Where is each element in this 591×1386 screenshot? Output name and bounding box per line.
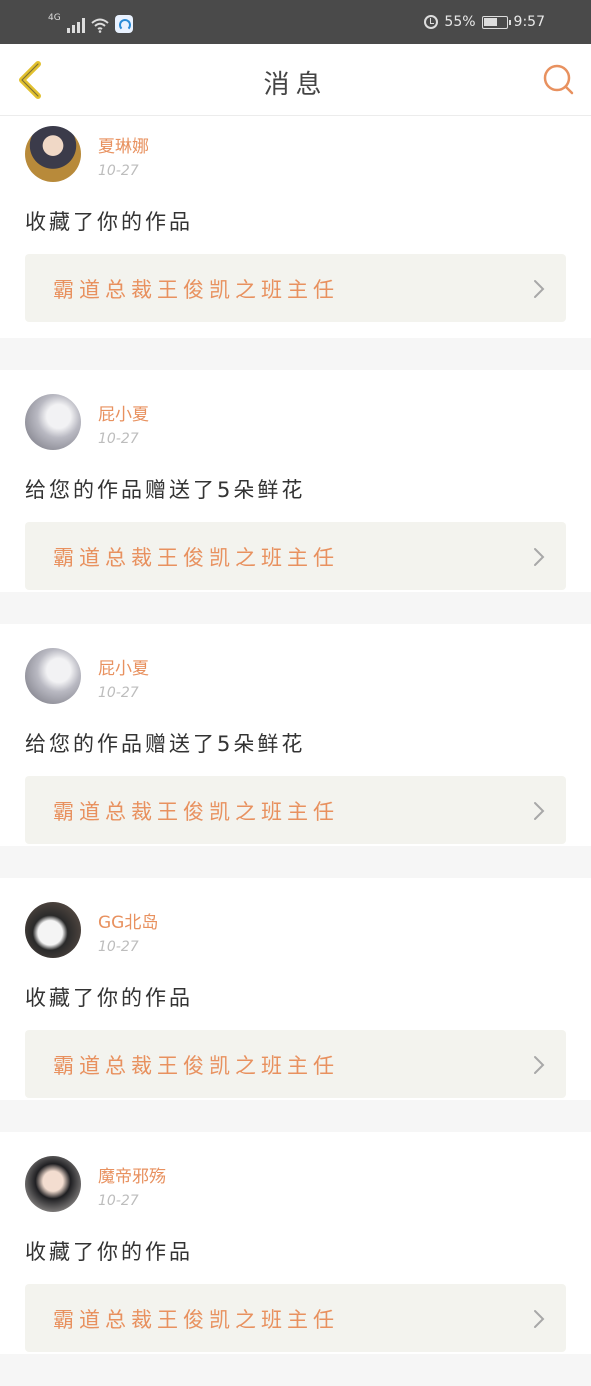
list-item: 屁小夏 10-27 给您的作品赠送了5朵鲜花 霸道总裁王俊凯之班主任 <box>0 624 591 846</box>
message-date: 10-27 <box>98 163 139 179</box>
work-link[interactable]: 霸道总裁王俊凯之班主任 <box>25 254 566 322</box>
message-text: 收藏了你的作品 <box>25 986 193 1010</box>
alarm-icon <box>424 15 439 29</box>
page-title: 消息 <box>263 70 328 100</box>
list-item: 屁小夏 10-27 给您的作品赠送了5朵鲜花 霸道总裁王俊凯之班主任 <box>0 370 591 592</box>
status-bar: 4G 55% 9:57 <box>0 0 591 44</box>
message-date: 10-27 <box>98 1193 139 1209</box>
message-list: 夏琳娜 10-27 收藏了你的作品 霸道总裁王俊凯之班主任 屁小夏 10-27 … <box>0 116 591 1386</box>
battery-icon <box>481 15 511 29</box>
message-text: 收藏了你的作品 <box>25 1240 193 1264</box>
status-left: 4G <box>48 11 133 33</box>
app-notification-icon <box>114 15 133 33</box>
list-item: GG北岛 10-27 收藏了你的作品 霸道总裁王俊凯之班主任 <box>0 878 591 1100</box>
search-button[interactable] <box>541 62 577 98</box>
message-date: 10-27 <box>98 939 139 955</box>
avatar[interactable] <box>25 1156 81 1212</box>
search-icon <box>543 64 574 95</box>
work-link[interactable]: 霸道总裁王俊凯之班主任 <box>25 776 566 844</box>
work-title: 霸道总裁王俊凯之班主任 <box>53 1308 339 1332</box>
network-type: 4G <box>48 13 61 23</box>
clock: 9:57 <box>513 14 545 30</box>
work-link[interactable]: 霸道总裁王俊凯之班主任 <box>25 1284 566 1352</box>
signal-icon <box>66 17 85 33</box>
status-right: 55% 9:57 <box>424 12 545 32</box>
avatar[interactable] <box>25 394 81 450</box>
avatar[interactable] <box>25 902 81 958</box>
work-title: 霸道总裁王俊凯之班主任 <box>53 800 339 824</box>
work-link[interactable]: 霸道总裁王俊凯之班主任 <box>25 1030 566 1098</box>
work-title: 霸道总裁王俊凯之班主任 <box>53 546 339 570</box>
username[interactable]: GG北岛 <box>98 908 158 933</box>
list-item: 魔帝邪殇 10-27 收藏了你的作品 霸道总裁王俊凯之班主任 <box>0 1132 591 1354</box>
chevron-right-icon <box>534 280 545 298</box>
header: 消息 <box>0 44 591 116</box>
work-title: 霸道总裁王俊凯之班主任 <box>53 278 339 302</box>
work-title: 霸道总裁王俊凯之班主任 <box>53 1054 339 1078</box>
chevron-right-icon <box>534 1056 545 1074</box>
message-text: 给您的作品赠送了5朵鲜花 <box>25 478 306 502</box>
wifi-icon <box>91 17 109 33</box>
username[interactable]: 夏琳娜 <box>98 132 149 157</box>
chevron-right-icon <box>534 802 545 820</box>
list-item: 夏琳娜 10-27 收藏了你的作品 霸道总裁王俊凯之班主任 <box>0 116 591 338</box>
username[interactable]: 魔帝邪殇 <box>98 1162 166 1187</box>
username[interactable]: 屁小夏 <box>98 654 149 679</box>
message-date: 10-27 <box>98 685 139 701</box>
avatar[interactable] <box>25 648 81 704</box>
avatar[interactable] <box>25 126 81 182</box>
message-text: 收藏了你的作品 <box>25 210 193 234</box>
chevron-right-icon <box>534 1310 545 1328</box>
message-date: 10-27 <box>98 431 139 447</box>
username[interactable]: 屁小夏 <box>98 400 149 425</box>
battery-percent: 55% <box>444 14 476 30</box>
message-text: 给您的作品赠送了5朵鲜花 <box>25 732 306 756</box>
work-link[interactable]: 霸道总裁王俊凯之班主任 <box>25 522 566 590</box>
chevron-right-icon <box>534 548 545 566</box>
